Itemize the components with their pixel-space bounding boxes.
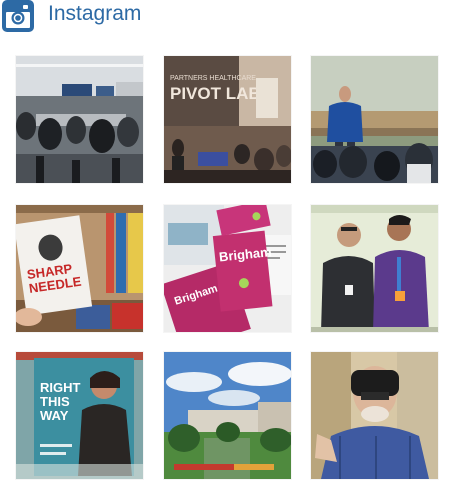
photo-tile-brigham-magazines[interactable]: Brigham Brigham	[164, 205, 291, 332]
magazines-photo: Brigham Brigham	[164, 205, 291, 332]
widget-title[interactable]: Instagram	[48, 3, 141, 24]
instagram-widget-header: Instagram	[2, 0, 141, 32]
campus-photo	[164, 352, 291, 479]
photo-tile-magazine-cover[interactable]: RIGHT THIS WAY	[16, 352, 143, 479]
cover-line2: THIS	[40, 394, 70, 409]
pivot-labs-photo: PARTNERS HEALTHCARE PIVOT LABS	[164, 56, 291, 183]
pivot-sign-line1: PARTNERS HEALTHCARE	[170, 75, 256, 82]
cover-line1: RIGHT	[40, 380, 81, 395]
photo-tile-vr-headset[interactable]	[311, 352, 438, 479]
magazine-cover-photo: RIGHT THIS WAY	[16, 352, 143, 479]
photo-tile-meeting-room[interactable]	[16, 56, 143, 183]
vr-photo	[311, 352, 438, 479]
photo-tile-colleagues[interactable]	[311, 205, 438, 332]
photo-tile-pivot-labs[interactable]: PARTNERS HEALTHCARE PIVOT LABS	[164, 56, 291, 183]
colleagues-photo	[311, 205, 438, 332]
cover-line3: WAY	[40, 408, 69, 423]
instagram-icon[interactable]	[2, 0, 34, 32]
photo-tile-sharp-needle-book[interactable]: SHARP NEEDLE	[16, 205, 143, 332]
speaker-photo	[311, 56, 438, 183]
book-photo: SHARP NEEDLE	[16, 205, 143, 332]
photo-tile-campus[interactable]	[164, 352, 291, 479]
photo-tile-speaker[interactable]	[311, 56, 438, 183]
meeting-room-photo	[16, 56, 143, 183]
